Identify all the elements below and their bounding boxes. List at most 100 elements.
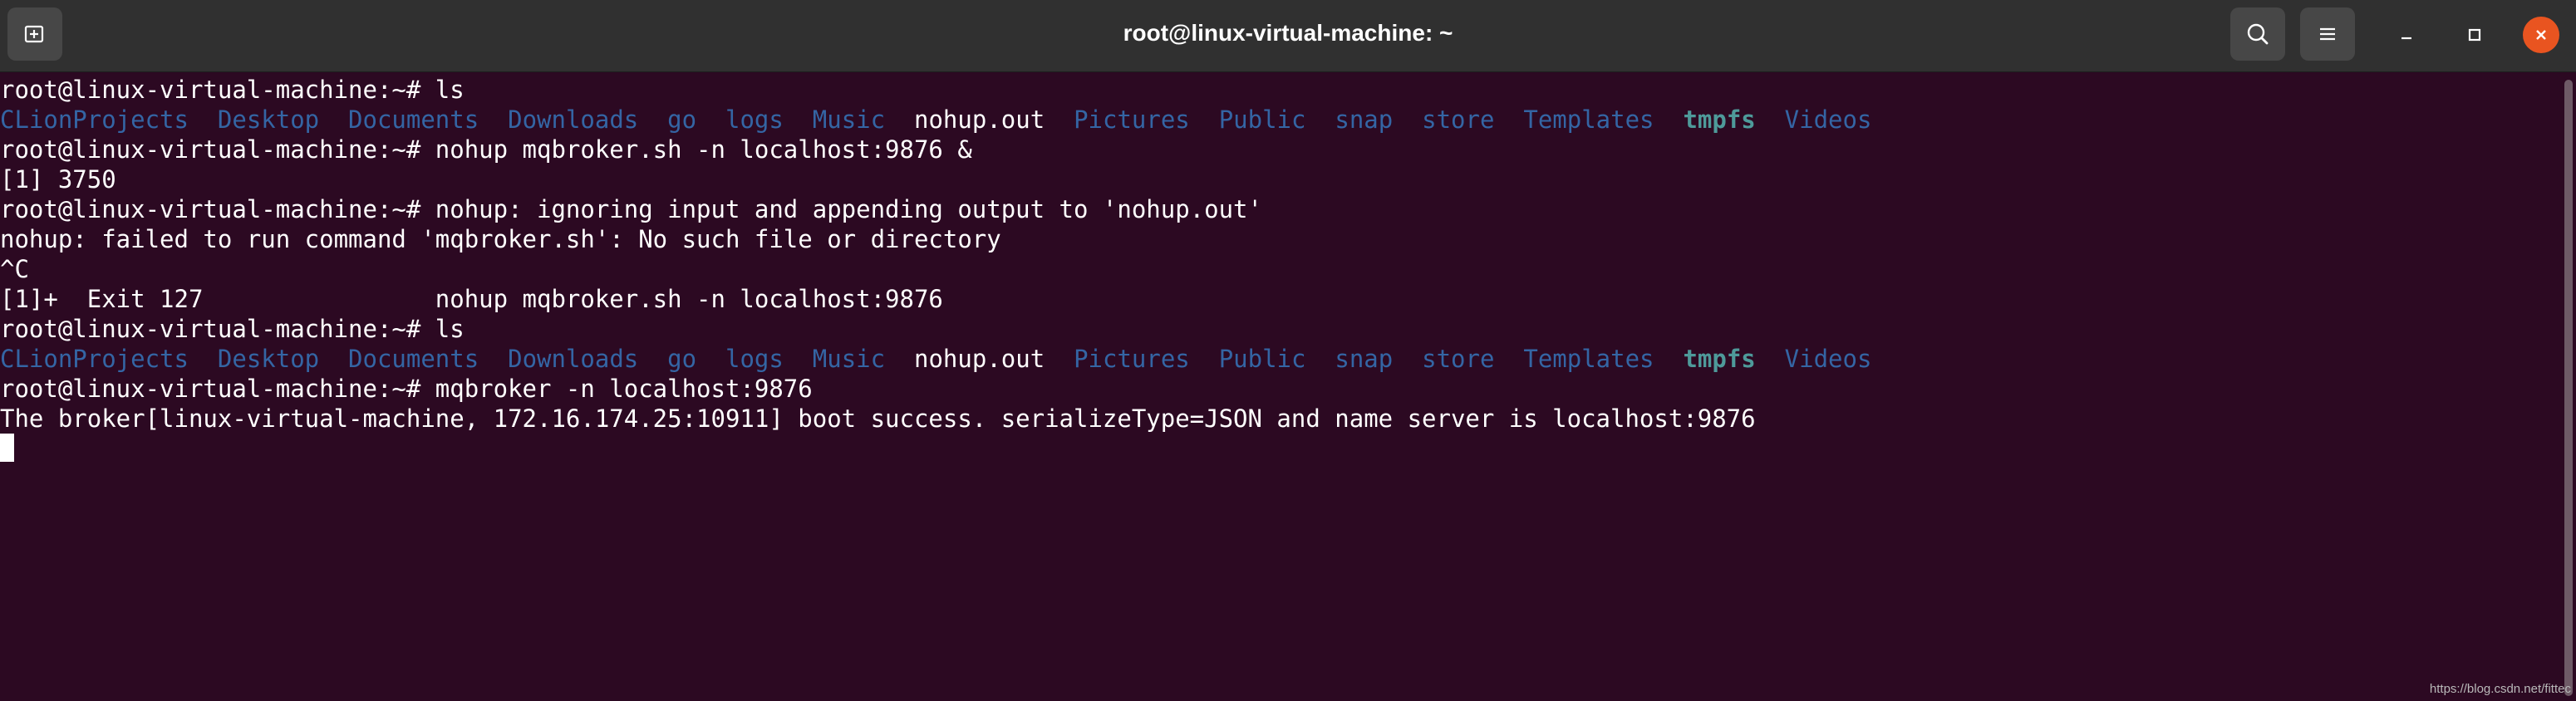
terminal-text: root@linux-virtual-machine:~# nohup mqbr… xyxy=(0,135,972,164)
terminal-text: root@linux-virtual-machine:~# ls xyxy=(0,315,465,343)
directory-name: CLionProjects xyxy=(0,105,189,134)
terminal-line: root@linux-virtual-machine:~# ls xyxy=(0,314,2559,344)
terminal-line: The broker[linux-virtual-machine, 172.16… xyxy=(0,404,2559,434)
terminal-output[interactable]: root@linux-virtual-machine:~# ls CLionPro… xyxy=(0,75,2559,689)
directory-name: Music xyxy=(812,345,886,373)
terminal-text: root@linux-virtual-machine:~# mqbroker -… xyxy=(0,375,813,403)
new-tab-icon xyxy=(24,25,44,43)
directory-name: Desktop xyxy=(217,105,320,134)
directory-name: tmpfs xyxy=(1683,345,1756,373)
directory-name: Downloads xyxy=(508,345,639,373)
terminal-line: [1]+ Exit 127 nohup mqbroker.sh -n local… xyxy=(0,284,2559,314)
scrollbar-thumb[interactable] xyxy=(2564,80,2573,696)
directory-name: snap xyxy=(1335,105,1394,134)
directory-name: Videos xyxy=(1784,105,1872,134)
directory-name: logs xyxy=(725,345,784,373)
maximize-icon xyxy=(2468,28,2481,42)
directory-name: go xyxy=(667,105,697,134)
terminal-text: ^C xyxy=(0,255,29,283)
terminal-line: nohup: failed to run command 'mqbroker.s… xyxy=(0,224,2559,254)
close-button[interactable] xyxy=(2523,17,2559,53)
terminal-line: root@linux-virtual-machine:~# mqbroker -… xyxy=(0,374,2559,404)
directory-name: snap xyxy=(1335,345,1394,373)
directory-name: Desktop xyxy=(217,345,320,373)
prompt-line xyxy=(0,434,2559,463)
directory-name: tmpfs xyxy=(1683,105,1756,134)
terminal-text: [1] 3750 xyxy=(0,165,116,194)
terminal-text: root@linux-virtual-machine:~# nohup: ign… xyxy=(0,195,1262,223)
terminal-line: ^C xyxy=(0,254,2559,284)
directory-name: store xyxy=(1422,345,1495,373)
hamburger-menu-icon xyxy=(2320,27,2335,41)
directory-name: Public xyxy=(1218,345,1306,373)
search-icon xyxy=(2247,23,2269,45)
terminal-window: root@linux-virtual-machine: ~ root@linux… xyxy=(0,0,2576,701)
directory-name: Pictures xyxy=(1074,345,1190,373)
terminal-line: CLionProjects Desktop Documents Download… xyxy=(0,105,2559,135)
directory-name: CLionProjects xyxy=(0,345,189,373)
terminal-text: nohup.out xyxy=(914,105,1045,134)
close-icon xyxy=(2536,30,2546,40)
terminal-line: root@linux-virtual-machine:~# nohup mqbr… xyxy=(0,135,2559,164)
terminal-text: nohup: failed to run command 'mqbroker.s… xyxy=(0,225,1001,253)
terminal-line: root@linux-virtual-machine:~# nohup: ign… xyxy=(0,194,2559,224)
terminal-line: [1] 3750 xyxy=(0,164,2559,194)
directory-name: store xyxy=(1422,105,1495,134)
menu-button[interactable] xyxy=(2300,7,2355,61)
window-title: root@linux-virtual-machine: ~ xyxy=(1123,20,1453,46)
new-tab-button[interactable] xyxy=(7,7,62,61)
terminal-text: [1]+ Exit 127 nohup mqbroker.sh -n local… xyxy=(0,285,943,313)
directory-name: Downloads xyxy=(508,105,639,134)
directory-name: Documents xyxy=(348,345,479,373)
watermark: https://blog.csdn.net/fittec xyxy=(2429,682,2571,696)
directory-name: logs xyxy=(725,105,784,134)
terminal-line: CLionProjects Desktop Documents Download… xyxy=(0,344,2559,374)
terminal-text: root@linux-virtual-machine:~# ls xyxy=(0,76,465,104)
title-bar[interactable]: root@linux-virtual-machine: ~ xyxy=(0,0,2576,72)
terminal-text: nohup.out xyxy=(914,345,1045,373)
directory-name: Templates xyxy=(1523,345,1654,373)
directory-name: Public xyxy=(1218,105,1306,134)
directory-name: Pictures xyxy=(1074,105,1190,134)
directory-name: Documents xyxy=(348,105,479,134)
text-cursor xyxy=(0,434,14,462)
minimize-button[interactable] xyxy=(2387,17,2426,53)
directory-name: go xyxy=(667,345,697,373)
search-button[interactable] xyxy=(2230,7,2285,61)
directory-name: Templates xyxy=(1523,105,1654,134)
terminal-line: root@linux-virtual-machine:~# ls xyxy=(0,75,2559,105)
terminal-lines: root@linux-virtual-machine:~# ls CLionPro… xyxy=(0,75,2559,434)
terminal-text: The broker[linux-virtual-machine, 172.16… xyxy=(0,404,1756,433)
minimize-icon xyxy=(2401,37,2411,40)
directory-name: Videos xyxy=(1784,345,1872,373)
maximize-button[interactable] xyxy=(2455,17,2495,53)
